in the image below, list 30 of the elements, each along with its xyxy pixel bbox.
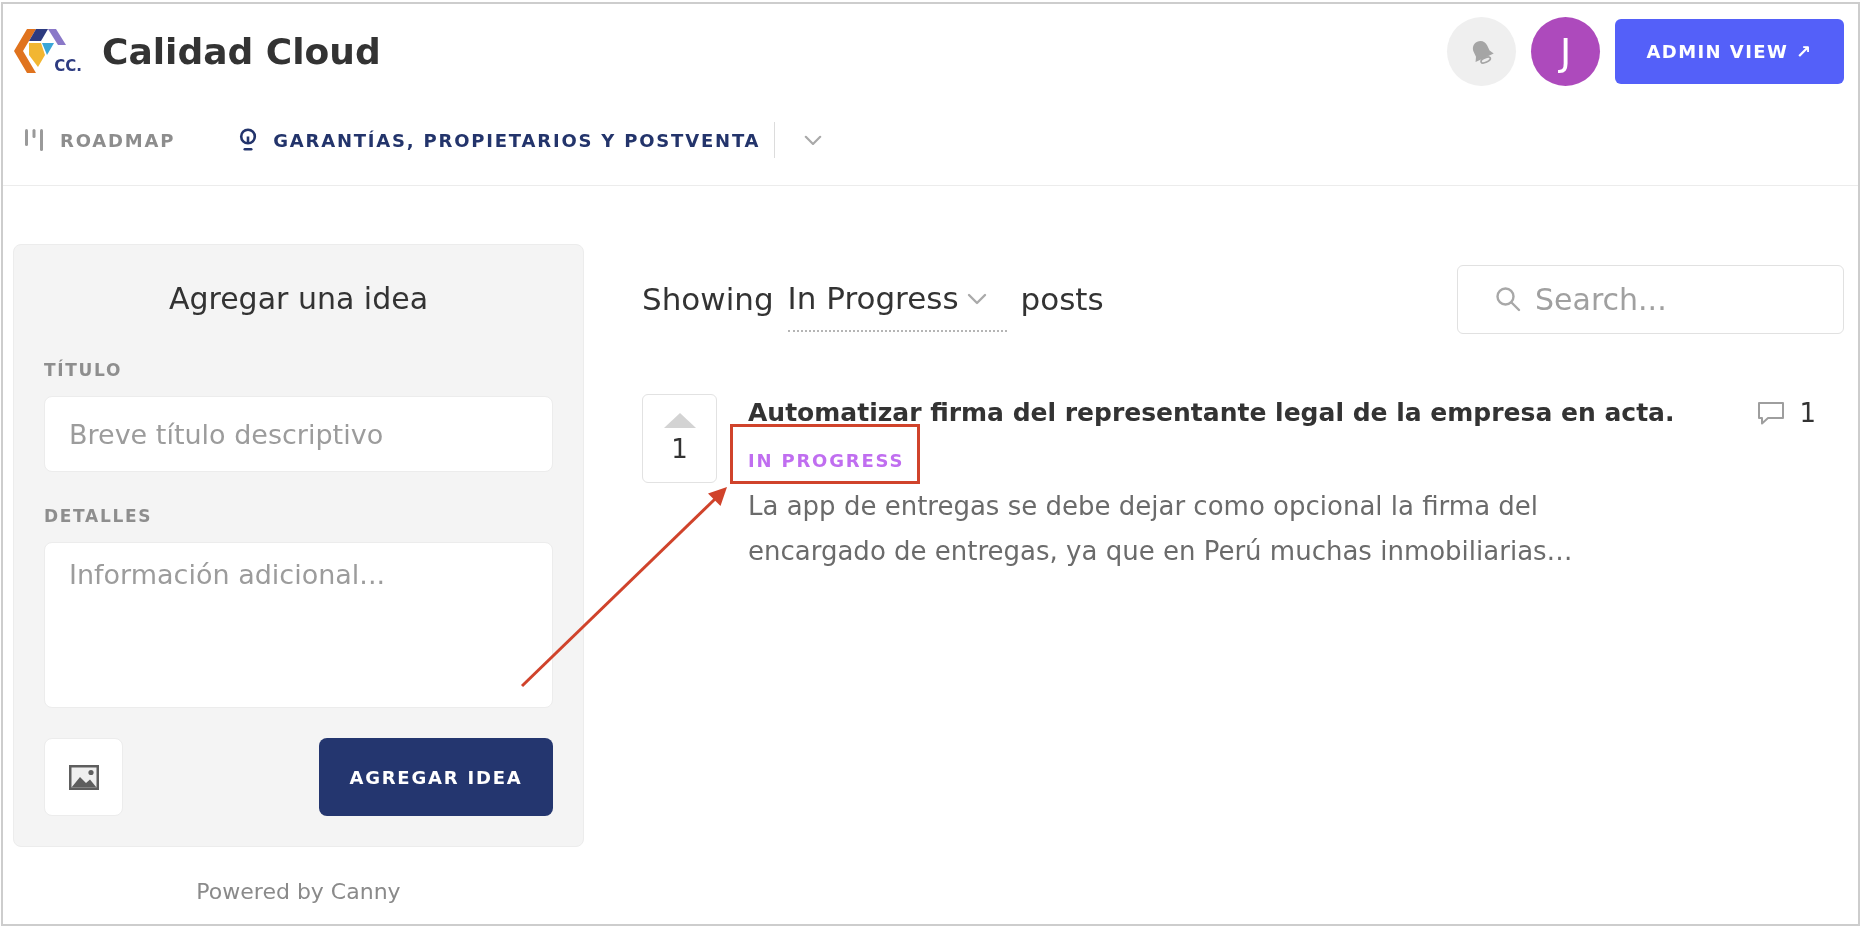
nav-tab[interactable]: GARANTÍAS, PROPIETARIOS Y POSTVENTA (239, 118, 761, 162)
search-field[interactable]: Search... (1457, 265, 1844, 334)
logo-text: CC. (54, 57, 82, 75)
user-avatar[interactable]: J (1531, 17, 1600, 86)
status-filter-dropdown[interactable]: In Progress (787, 267, 1007, 332)
site-title: Calidad Cloud (102, 30, 381, 73)
post-title[interactable]: Automatizar firma del representante legal de la empresa en acta. (748, 397, 1675, 429)
filter-suffix: posts (1020, 280, 1104, 320)
comment-count: 1 (1799, 397, 1816, 429)
form-heading: Agregar una idea (168, 281, 429, 317)
lightbulb-icon (239, 128, 258, 152)
upvote-triangle-icon (663, 413, 696, 428)
search-icon (1495, 286, 1521, 312)
filter-prefix: Showing (642, 280, 774, 320)
chevron-down-icon (804, 134, 823, 146)
title-input[interactable]: Breve título descriptivo (44, 396, 553, 472)
vote-count: 1 (671, 433, 688, 465)
upvote-button[interactable]: 1 (642, 394, 717, 483)
post-description: La app de entregas se debe dejar como opcional la firma del encargado de entregas, ya que en Perú muchas inmobiliarias… (748, 490, 1574, 568)
chevron-down-icon (966, 292, 987, 305)
submit-idea-button[interactable]: AGREGAR IDEA (319, 738, 553, 816)
field-label: TÍTULO (44, 359, 124, 381)
details-textarea[interactable]: Información adicional... (44, 542, 553, 708)
field-label: DETALLES (44, 505, 154, 527)
status-label: IN PROGRESS (748, 450, 905, 472)
admin-view-button[interactable]: ADMIN VIEW ↗ (1615, 19, 1844, 84)
comment-icon (1757, 400, 1786, 426)
attach-image-button[interactable] (44, 738, 123, 816)
image-icon (68, 764, 99, 790)
roadmap-icon (24, 128, 44, 152)
